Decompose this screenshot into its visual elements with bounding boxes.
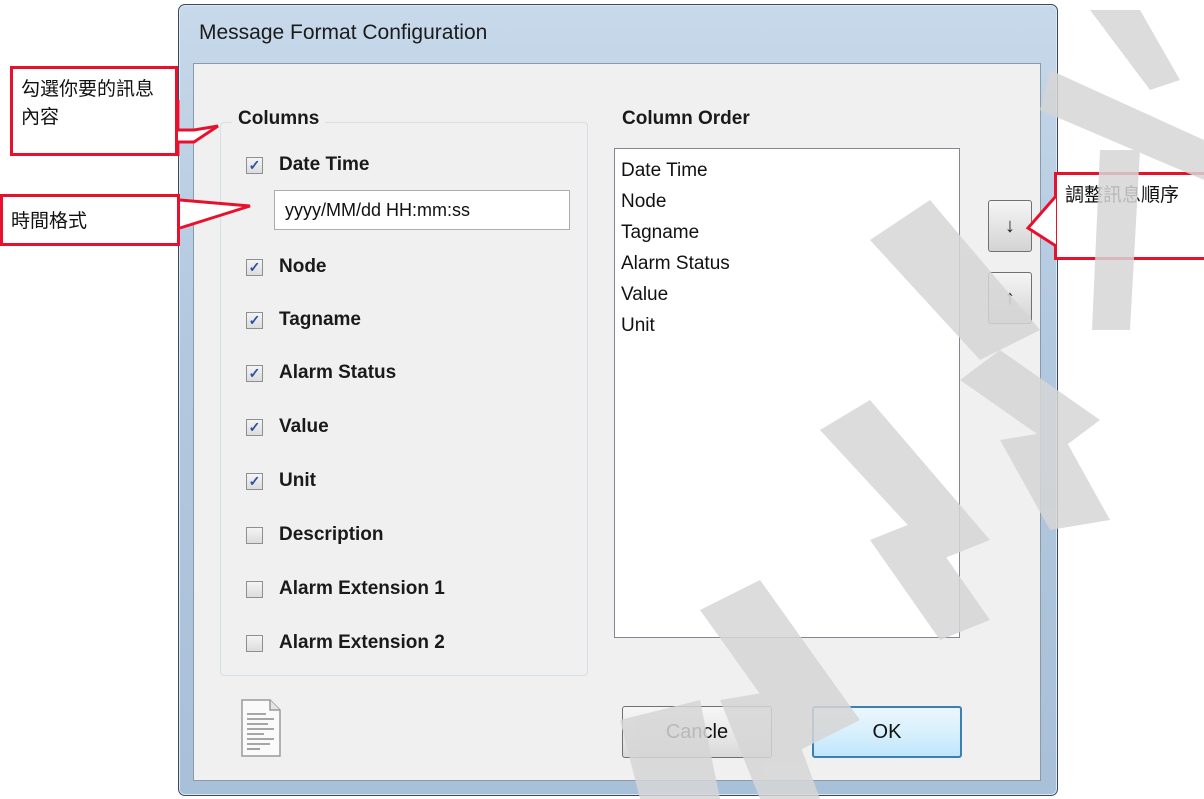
checkbox-box[interactable]: ✓: [246, 258, 263, 276]
checkbox-box[interactable]: ✓: [246, 364, 263, 382]
checkbox-box[interactable]: [246, 580, 263, 598]
checkbox-alarm-extension-2[interactable]: Alarm Extension 2: [246, 630, 445, 656]
list-item[interactable]: Tagname: [621, 217, 959, 248]
checkbox-box[interactable]: [246, 526, 263, 544]
checkbox-alarm-extension-1[interactable]: Alarm Extension 1: [246, 576, 445, 602]
checkbox-tagname[interactable]: ✓ Tagname: [246, 307, 361, 333]
arrow-up-icon: ↑: [1005, 286, 1015, 309]
callout-select-content: 勾選你要的訊息內容: [10, 66, 178, 156]
cancel-button-label: Cancle: [665, 720, 729, 743]
checkbox-alarm-status[interactable]: ✓ Alarm Status: [246, 360, 396, 386]
checkbox-unit[interactable]: ✓ Unit: [246, 468, 316, 494]
ok-button-label: OK: [872, 720, 902, 743]
list-item[interactable]: Node: [621, 186, 959, 217]
ok-button[interactable]: OK: [812, 706, 962, 758]
checkbox-description[interactable]: Description: [246, 522, 384, 548]
checkbox-label: Tagname: [279, 309, 362, 330]
checkbox-label: Alarm Extension 2: [279, 632, 445, 653]
list-item[interactable]: Date Time: [621, 155, 959, 186]
list-item[interactable]: Unit: [621, 310, 959, 341]
checkbox-box[interactable]: ✓: [246, 418, 263, 436]
checkbox-label: Date Time: [279, 154, 370, 175]
window-title: Message Format Configuration: [199, 21, 488, 44]
document-icon[interactable]: [238, 698, 284, 758]
dialog-window: Message Format Configuration Columns ✓ D…: [178, 4, 1058, 796]
arrow-down-icon: ↓: [1005, 214, 1015, 237]
callout-adjust-order: 調整訊息順序: [1054, 172, 1204, 260]
cancel-button[interactable]: Cancle: [622, 706, 772, 758]
checkbox-label: Description: [279, 524, 384, 545]
checkbox-node[interactable]: ✓ Node: [246, 254, 327, 280]
checkbox-box[interactable]: [246, 634, 263, 652]
column-order-label: Column Order: [622, 108, 750, 129]
move-down-button[interactable]: ↓: [988, 200, 1032, 252]
date-format-input[interactable]: [274, 190, 570, 230]
checkbox-label: Node: [279, 256, 327, 277]
list-item[interactable]: Value: [621, 279, 959, 310]
checkbox-box[interactable]: ✓: [246, 311, 263, 329]
checkbox-date-time[interactable]: ✓ Date Time: [246, 152, 369, 178]
checkbox-label: Alarm Extension 1: [279, 578, 445, 599]
dialog-client-area: Columns ✓ Date Time ✓ Node ✓ Tagname ✓ A…: [193, 63, 1041, 781]
checkbox-value[interactable]: ✓ Value: [246, 414, 329, 440]
columns-group-label: Columns: [232, 108, 326, 130]
move-up-button[interactable]: ↑: [988, 272, 1032, 324]
checkbox-label: Alarm Status: [279, 362, 397, 383]
checkbox-label: Value: [279, 416, 329, 437]
column-order-listbox[interactable]: Date Time Node Tagname Alarm Status Valu…: [614, 148, 960, 638]
callout-time-format: 時間格式: [0, 194, 180, 246]
list-item[interactable]: Alarm Status: [621, 248, 959, 279]
checkbox-box[interactable]: ✓: [246, 156, 263, 174]
checkbox-label: Unit: [279, 470, 316, 491]
checkbox-box[interactable]: ✓: [246, 472, 263, 490]
